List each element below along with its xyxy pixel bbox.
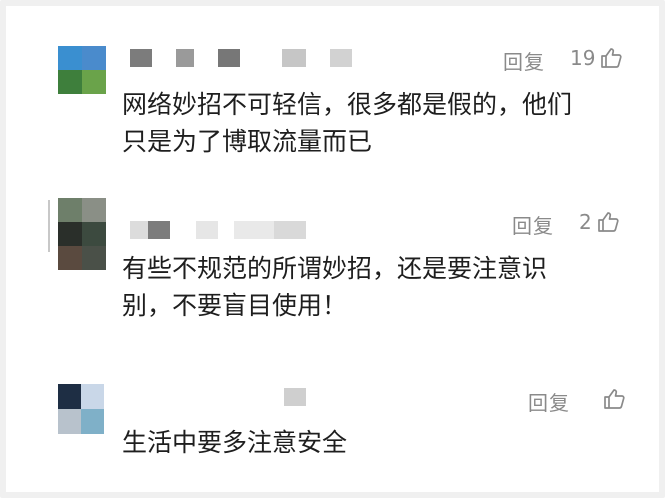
- like-button[interactable]: 2: [579, 210, 620, 234]
- like-button[interactable]: [598, 387, 626, 411]
- username-blurred[interactable]: [160, 386, 306, 408]
- comment-line: 只是为了博取流量而已: [122, 127, 373, 156]
- thumbs-up-icon: [597, 212, 619, 232]
- reply-indicator: [48, 200, 50, 252]
- username-blurred[interactable]: [130, 47, 352, 69]
- reply-button[interactable]: 回复: [528, 387, 570, 416]
- avatar[interactable]: [58, 198, 106, 270]
- like-count: 19: [570, 46, 596, 70]
- reply-button[interactable]: 回复: [512, 210, 554, 239]
- comment-text: 网络妙招不可轻信，很多都是假的，他们 只是为了博取流量而已: [122, 86, 622, 160]
- username-blurred[interactable]: [130, 219, 306, 241]
- comment-line: 网络妙招不可轻信，很多都是假的，他们: [122, 90, 573, 119]
- like-count: 2: [579, 210, 592, 234]
- avatar[interactable]: [58, 384, 104, 434]
- thumbs-up-icon: [601, 48, 623, 68]
- like-button[interactable]: 19: [570, 46, 623, 70]
- reply-button[interactable]: 回复: [503, 46, 545, 75]
- comment-line: 别，不要盲目使用！: [122, 291, 348, 320]
- comment-text: 有些不规范的所谓妙招，还是要注意识 别，不要盲目使用！: [122, 250, 622, 324]
- comment-line: 有些不规范的所谓妙招，还是要注意识: [122, 254, 548, 283]
- thumbs-up-icon: [604, 389, 625, 409]
- comment-line: 生活中要多注意安全: [122, 428, 348, 457]
- comment-text: 生活中要多注意安全: [122, 424, 622, 461]
- avatar[interactable]: [58, 46, 106, 94]
